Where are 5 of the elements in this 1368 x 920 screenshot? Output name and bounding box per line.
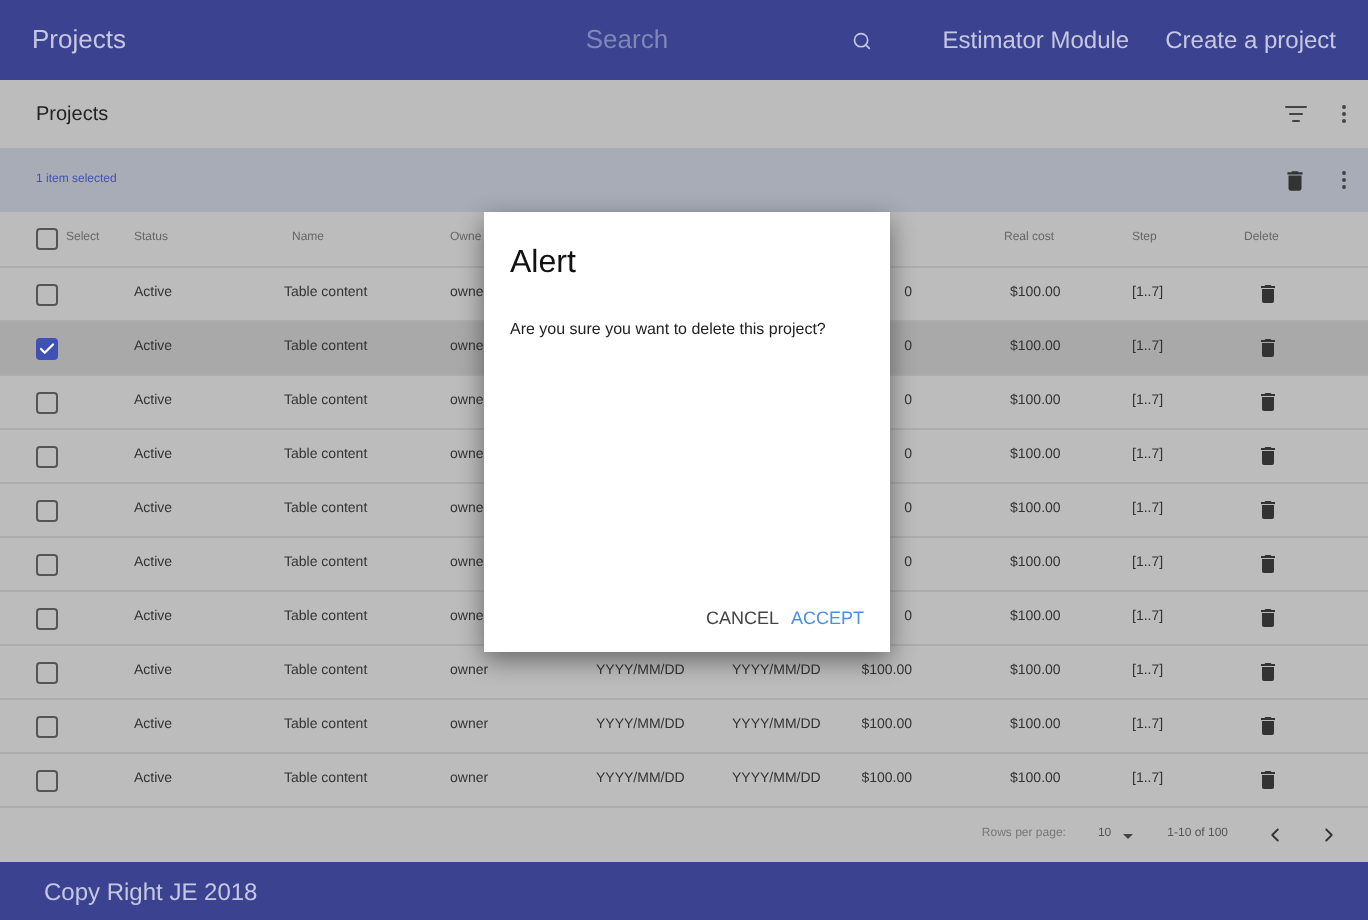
dialog-title: Alert xyxy=(510,244,578,284)
footer-text: Copy Right JE 2018 xyxy=(44,875,258,909)
toolbar-title: Projects xyxy=(36,101,109,129)
dialog-message: Are you sure you want to delete this project? xyxy=(510,318,828,342)
app-title: Projects xyxy=(32,22,128,59)
